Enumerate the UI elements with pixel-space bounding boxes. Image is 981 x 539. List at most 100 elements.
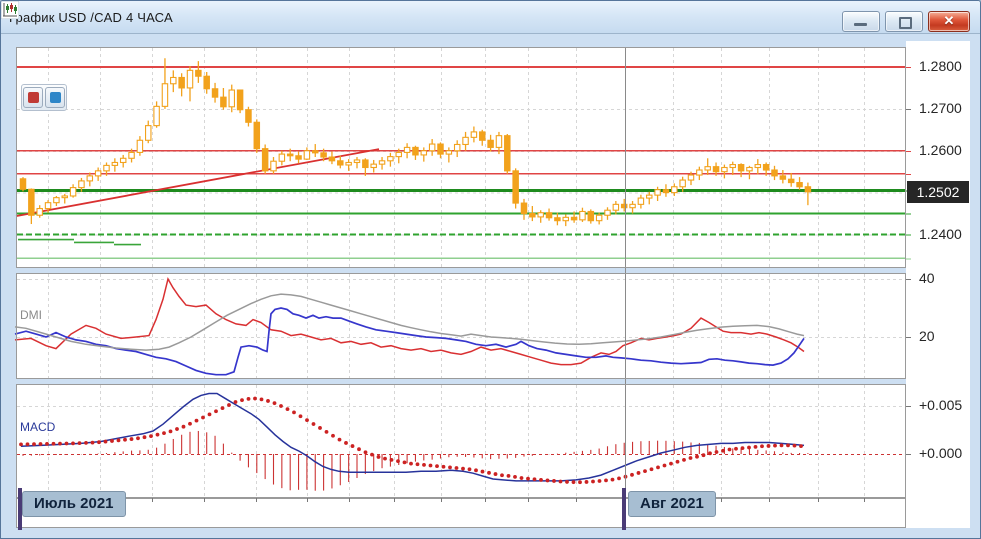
- candle: [512, 170, 519, 204]
- candle: [612, 203, 620, 211]
- macd-signal-dot: [350, 444, 355, 448]
- candle: [36, 207, 43, 216]
- candle: [161, 83, 169, 107]
- candle: [595, 214, 603, 222]
- macd-signal-dot: [740, 446, 745, 450]
- candle: [278, 153, 286, 162]
- macd-signal-dot: [162, 431, 166, 436]
- chart-icon: [1, 1, 19, 19]
- candle: [128, 151, 135, 159]
- candle: [478, 131, 486, 141]
- macd-signal-dot: [584, 480, 589, 484]
- candle: [629, 203, 636, 209]
- macd-signal-dot: [656, 465, 660, 470]
- macd-signal-dot: [129, 437, 134, 441]
- macd-signal-dot: [539, 478, 543, 482]
- candle: [520, 202, 528, 215]
- macd-signal-dot: [19, 442, 23, 447]
- macd-signal-dot: [142, 435, 147, 440]
- macd-signal-dot: [155, 432, 160, 437]
- candle: [236, 89, 244, 111]
- macd-signal-dot: [597, 479, 602, 483]
- application-window: График USD /CAD 4 ЧАСА ✕ DMI MACD Июль 2…: [0, 0, 981, 539]
- dmi-panel-label: DMI: [20, 308, 42, 322]
- candle: [587, 210, 595, 222]
- macd-signal-dot: [272, 401, 277, 406]
- candle: [345, 161, 352, 166]
- macd-signal-dot: [617, 476, 621, 481]
- macd-signal-dot: [415, 462, 420, 467]
- restore-icon: [899, 17, 912, 29]
- macd-signal-dot: [721, 448, 725, 453]
- candle: [320, 152, 327, 158]
- macd-signal-dot: [168, 429, 173, 434]
- macd-signal-dot: [649, 467, 654, 472]
- macd-signal-dot: [461, 466, 465, 471]
- blue-series-button[interactable]: [45, 87, 65, 108]
- red-series-button[interactable]: [23, 87, 43, 108]
- candle: [94, 170, 102, 177]
- candle: [44, 202, 52, 210]
- chart-canvas[interactable]: [1, 34, 981, 539]
- candle: [136, 139, 144, 153]
- macd-signal-dot: [708, 451, 712, 456]
- macd-signal-dot: [376, 455, 381, 459]
- macd-signal-dot: [773, 443, 777, 448]
- candle: [654, 189, 661, 196]
- macd-signal-dot: [201, 415, 205, 420]
- macd-signal-dot: [305, 418, 309, 423]
- macd-signal-dot: [734, 446, 738, 451]
- series-toolbar: [21, 84, 67, 111]
- macd-signal-dot: [136, 436, 140, 441]
- candle: [671, 186, 678, 194]
- restore-button[interactable]: [885, 11, 923, 32]
- macd-signal-dot: [344, 441, 348, 445]
- macd-signal-dot: [175, 427, 179, 431]
- candle: [579, 210, 586, 221]
- candle: [362, 159, 369, 169]
- chart-area: DMI MACD Июль 2021 Авг 2021 1.2502 1.280…: [1, 34, 981, 539]
- macd-signal-dot: [688, 456, 693, 460]
- macd-signal-dot: [714, 450, 719, 454]
- macd-signal-dot: [513, 474, 517, 479]
- minimize-button[interactable]: [842, 11, 880, 32]
- candle: [437, 143, 444, 155]
- candle: [195, 69, 202, 77]
- close-button[interactable]: ✕: [928, 11, 970, 32]
- candle: [103, 164, 110, 172]
- macd-signal-dot: [428, 463, 433, 468]
- macd-signal-dot: [766, 444, 771, 448]
- candle: [370, 163, 377, 169]
- macd-signal-dot: [630, 472, 634, 477]
- macd-signal-dot: [285, 407, 290, 412]
- candle: [537, 212, 544, 218]
- minimize-icon: [854, 23, 867, 26]
- title-bar[interactable]: График USD /CAD 4 ЧАСА ✕: [1, 1, 980, 34]
- candle: [721, 166, 728, 173]
- macd-signal-dot: [675, 459, 680, 464]
- macd-signal-dot: [103, 439, 108, 444]
- candle: [378, 160, 386, 165]
- macd-signal-dot: [422, 462, 426, 467]
- macd-signal-dot: [578, 480, 582, 485]
- candle: [796, 182, 803, 188]
- macd-signal-dot: [363, 450, 368, 455]
- macd-signal-dot: [682, 457, 686, 462]
- macd-signal-dot: [25, 442, 30, 447]
- macd-signal-dot: [45, 442, 49, 446]
- macd-signal-dot: [610, 477, 615, 482]
- candle: [311, 150, 319, 154]
- macd-signal-dot: [441, 464, 446, 469]
- macd-signal-dot: [727, 447, 732, 452]
- macd-panel-label: MACD: [20, 420, 56, 434]
- macd-signal-dot: [409, 461, 413, 466]
- macd-signal-dot: [32, 442, 36, 447]
- candle: [462, 136, 469, 146]
- candle: [203, 75, 210, 90]
- macd-signal-dot: [480, 469, 485, 474]
- macd-signal-dot: [181, 424, 186, 429]
- macd-signal-dot: [669, 461, 673, 466]
- candle: [779, 175, 787, 180]
- macd-signal-dot: [701, 453, 706, 458]
- candle: [562, 216, 569, 222]
